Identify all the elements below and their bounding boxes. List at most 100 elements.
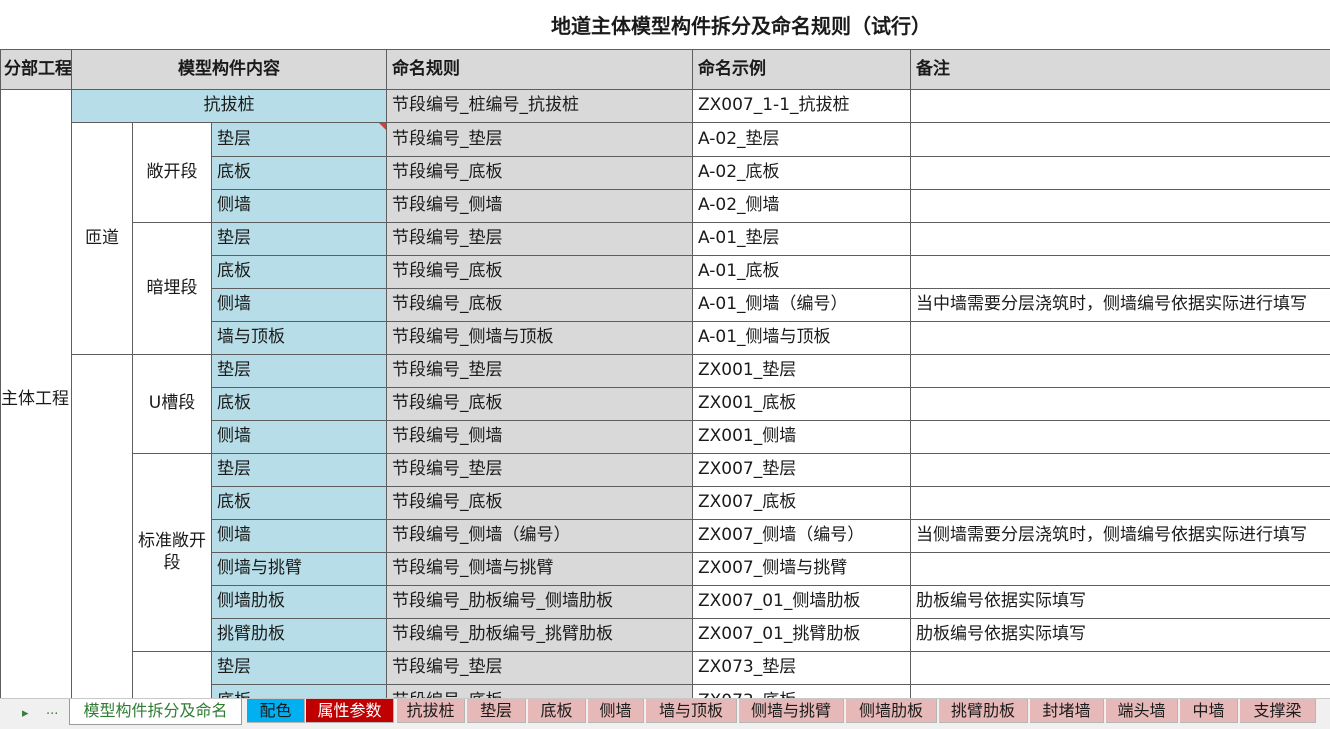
item-cell[interactable]: 底板 — [212, 685, 387, 698]
example-cell[interactable]: ZX073_垫层 — [693, 652, 911, 685]
rule-cell[interactable]: 节段编号_底板 — [387, 388, 693, 421]
sheet-tab[interactable]: 抗拔桩 — [397, 699, 465, 723]
open-cut-group-cell[interactable]: 敞开段 — [133, 123, 212, 223]
example-cell[interactable]: ZX007_底板 — [693, 487, 911, 520]
item-cell[interactable]: 垫层 — [212, 454, 387, 487]
header-content[interactable]: 模型构件内容 — [72, 49, 387, 90]
buried-group-cell[interactable]: 暗埋段 — [133, 223, 212, 355]
rule-cell[interactable]: 节段编号_桩编号_抗拔桩 — [387, 90, 693, 123]
example-cell[interactable]: ZX001_侧墙 — [693, 421, 911, 454]
example-cell[interactable]: A-01_侧墙与顶板 — [693, 322, 911, 355]
note-cell[interactable] — [911, 355, 1330, 388]
next-group-cell[interactable] — [133, 652, 212, 698]
rule-cell[interactable]: 节段编号_垫层 — [387, 223, 693, 256]
example-cell[interactable]: ZX001_垫层 — [693, 355, 911, 388]
rule-cell[interactable]: 节段编号_垫层 — [387, 123, 693, 157]
rule-cell[interactable]: 节段编号_侧墙与顶板 — [387, 322, 693, 355]
header-rule[interactable]: 命名规则 — [387, 49, 693, 90]
note-cell[interactable] — [911, 256, 1330, 289]
main-tunnel-group-cell[interactable] — [72, 355, 133, 698]
note-cell[interactable] — [911, 454, 1330, 487]
sheet-tab[interactable]: 配色 — [247, 699, 305, 723]
sheet-tab[interactable]: 端头墙 — [1106, 699, 1178, 723]
example-cell[interactable]: ZX007_01_侧墙肋板 — [693, 586, 911, 619]
sheet-tab[interactable]: 支撑梁 — [1240, 699, 1316, 723]
item-cell[interactable]: 侧墙与挑臂 — [212, 553, 387, 586]
note-cell[interactable]: 当中墙需要分层浇筑时，侧墙编号依据实际进行填写 — [911, 289, 1330, 322]
note-cell[interactable]: 肋板编号依据实际填写 — [911, 619, 1330, 652]
sheet-tab[interactable]: 侧墙与挑臂 — [739, 699, 844, 723]
example-cell[interactable]: A-01_垫层 — [693, 223, 911, 256]
item-cell[interactable]: 垫层 — [212, 123, 387, 157]
note-cell[interactable] — [911, 421, 1330, 454]
note-cell[interactable] — [911, 652, 1330, 685]
note-cell[interactable] — [911, 685, 1330, 698]
example-cell[interactable]: A-02_侧墙 — [693, 190, 911, 223]
note-cell[interactable] — [911, 90, 1330, 123]
item-cell[interactable]: 侧墙 — [212, 520, 387, 553]
note-cell[interactable]: 当侧墙需要分层浇筑时，侧墙编号依据实际进行填写 — [911, 520, 1330, 553]
example-cell[interactable]: A-01_底板 — [693, 256, 911, 289]
header-note[interactable]: 备注 — [911, 49, 1330, 90]
example-cell[interactable]: ZX007_侧墙与挑臂 — [693, 553, 911, 586]
note-cell[interactable] — [911, 553, 1330, 586]
item-cell[interactable]: 底板 — [212, 256, 387, 289]
item-cell[interactable]: 侧墙 — [212, 190, 387, 223]
item-cell[interactable]: 抗拔桩 — [72, 90, 387, 123]
example-cell[interactable]: ZX007_01_挑臂肋板 — [693, 619, 911, 652]
rule-cell[interactable]: 节段编号_侧墙（编号） — [387, 520, 693, 553]
sheet-tab[interactable]: 底板 — [528, 699, 586, 723]
example-cell[interactable]: ZX073_底板 — [693, 685, 911, 698]
rule-cell[interactable]: 节段编号_垫层 — [387, 652, 693, 685]
item-cell[interactable]: 垫层 — [212, 355, 387, 388]
rule-cell[interactable]: 节段编号_垫层 — [387, 355, 693, 388]
rule-cell[interactable]: 节段编号_肋板编号_挑臂肋板 — [387, 619, 693, 652]
sheet-tab[interactable]: 墙与顶板 — [646, 699, 737, 723]
note-cell[interactable] — [911, 190, 1330, 223]
example-cell[interactable]: ZX007_1-1_抗拔桩 — [693, 90, 911, 123]
sheet-tab[interactable]: 挑臂肋板 — [939, 699, 1028, 723]
example-cell[interactable]: ZX007_垫层 — [693, 454, 911, 487]
item-cell[interactable]: 垫层 — [212, 223, 387, 256]
item-cell[interactable]: 墙与顶板 — [212, 322, 387, 355]
example-cell[interactable]: A-02_垫层 — [693, 123, 911, 157]
rule-cell[interactable]: 节段编号_侧墙 — [387, 421, 693, 454]
item-cell[interactable]: 侧墙 — [212, 289, 387, 322]
comment-indicator-icon[interactable] — [379, 123, 386, 130]
item-cell[interactable]: 侧墙肋板 — [212, 586, 387, 619]
sheet-tab[interactable]: 侧墙肋板 — [846, 699, 937, 723]
rule-cell[interactable]: 节段编号_肋板编号_侧墙肋板 — [387, 586, 693, 619]
item-cell[interactable]: 垫层 — [212, 652, 387, 685]
rule-cell[interactable]: 节段编号_底板 — [387, 289, 693, 322]
rule-cell[interactable]: 节段编号_侧墙 — [387, 190, 693, 223]
sheet-tab[interactable]: 垫层 — [467, 699, 526, 723]
rule-cell[interactable]: 节段编号_底板 — [387, 157, 693, 190]
scroll-tabs-prev-icon[interactable]: ▸ — [22, 706, 29, 721]
rule-cell[interactable]: 节段编号_垫层 — [387, 454, 693, 487]
ramp-group-cell[interactable]: 匝道 — [72, 123, 133, 355]
u-trough-group-cell[interactable]: U槽段 — [133, 355, 212, 454]
header-division[interactable]: 分部工程 — [0, 49, 72, 90]
item-cell[interactable]: 侧墙 — [212, 421, 387, 454]
note-cell[interactable] — [911, 223, 1330, 256]
example-cell[interactable]: ZX007_侧墙（编号） — [693, 520, 911, 553]
note-cell[interactable] — [911, 157, 1330, 190]
example-cell[interactable]: ZX001_底板 — [693, 388, 911, 421]
rule-cell[interactable]: 节段编号_底板 — [387, 685, 693, 698]
item-cell[interactable]: 底板 — [212, 157, 387, 190]
example-cell[interactable]: A-01_侧墙（编号） — [693, 289, 911, 322]
note-cell[interactable] — [911, 123, 1330, 157]
note-cell[interactable] — [911, 487, 1330, 520]
note-cell[interactable] — [911, 388, 1330, 421]
sheet-tab[interactable]: 侧墙 — [588, 699, 644, 723]
rule-cell[interactable]: 节段编号_底板 — [387, 256, 693, 289]
division-main-cell[interactable]: 主体工程 — [0, 90, 72, 698]
rule-cell[interactable]: 节段编号_侧墙与挑臂 — [387, 553, 693, 586]
sheet-tab[interactable]: 属性参数 — [306, 699, 394, 723]
std-open-cut-group-cell[interactable]: 标准敞开段 — [133, 454, 212, 652]
sheet-tab[interactable]: 中墙 — [1180, 699, 1238, 723]
item-cell[interactable]: 挑臂肋板 — [212, 619, 387, 652]
header-example[interactable]: 命名示例 — [693, 49, 911, 90]
sheet-tab[interactable]: 封堵墙 — [1030, 699, 1104, 723]
item-cell[interactable]: 底板 — [212, 487, 387, 520]
